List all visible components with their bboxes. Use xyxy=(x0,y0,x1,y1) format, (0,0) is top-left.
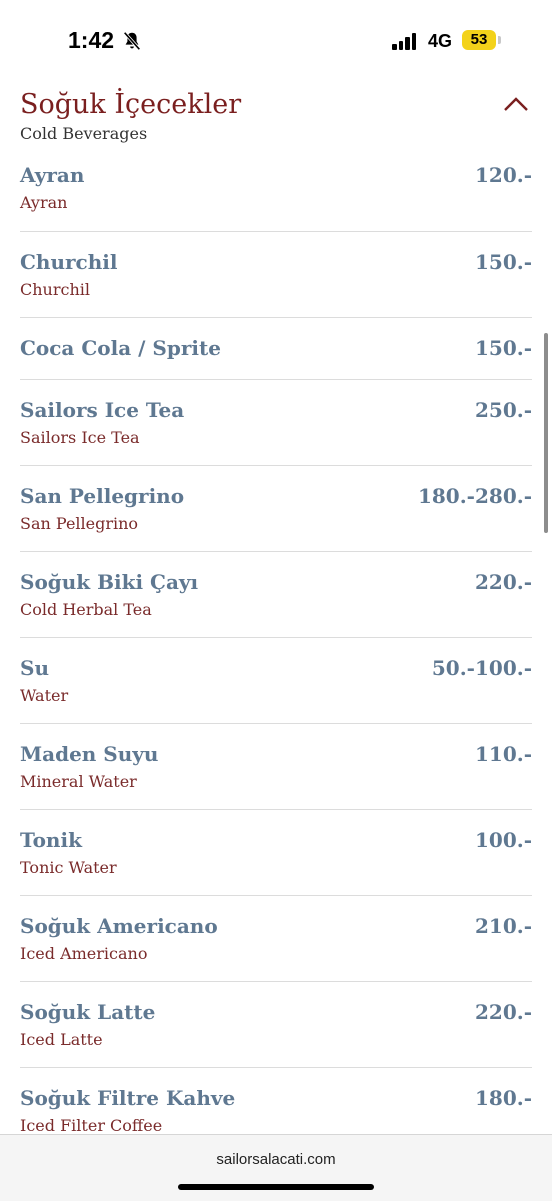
item-price: 180.- xyxy=(474,1086,532,1110)
browser-bottom-bar: sailorsalacati.com xyxy=(0,1134,552,1201)
item-description: Churchil xyxy=(20,280,90,299)
item-name: Tonik xyxy=(20,828,82,852)
item-name: Coca Cola / Sprite xyxy=(20,336,221,360)
item-description: Iced Americano xyxy=(20,944,148,963)
battery-level: 53 xyxy=(470,31,488,48)
menu-item[interactable]: Soğuk Latte 220.- Iced Latte xyxy=(20,982,532,1068)
home-indicator[interactable] xyxy=(178,1184,374,1190)
menu-item[interactable]: Maden Suyu 110.- Mineral Water xyxy=(20,724,532,810)
item-description: Ayran xyxy=(20,193,68,212)
menu-item[interactable]: Ayran 120.- Ayran xyxy=(20,160,532,232)
item-name: Maden Suyu xyxy=(20,742,159,766)
item-price: 110.- xyxy=(474,742,532,766)
menu-item[interactable]: Coca Cola / Sprite 150.- xyxy=(20,318,532,380)
battery-icon: 53 xyxy=(462,30,496,50)
section-header[interactable]: Soğuk İçecekler Cold Beverages xyxy=(20,88,532,143)
item-description: Iced Latte xyxy=(20,1030,103,1049)
menu-item[interactable]: Churchil 150.- Churchil xyxy=(20,232,532,318)
scrollbar[interactable] xyxy=(544,333,548,533)
battery-cap xyxy=(498,36,501,44)
bell-slash-icon xyxy=(123,31,141,51)
menu-item[interactable]: Soğuk Biki Çayı 220.- Cold Herbal Tea xyxy=(20,552,532,638)
address-bar[interactable]: sailorsalacati.com xyxy=(0,1151,552,1168)
status-time: 1:42 xyxy=(68,27,115,53)
menu-list: Ayran 120.- Ayran Churchil 150.- Churchi… xyxy=(20,160,532,1148)
item-price: 120.- xyxy=(474,163,532,187)
menu-item[interactable]: Soğuk Americano 210.- Iced Americano xyxy=(20,896,532,982)
item-description: Iced Filter Coffee xyxy=(20,1116,163,1135)
item-price: 150.- xyxy=(474,336,532,360)
item-description: Mineral Water xyxy=(20,772,137,791)
menu-item[interactable]: San Pellegrino 180.-280.- San Pellegrino xyxy=(20,466,532,552)
menu-item[interactable]: Su 50.-100.- Water xyxy=(20,638,532,724)
item-price: 100.- xyxy=(474,828,532,852)
item-price: 250.- xyxy=(474,398,532,422)
network-type: 4G xyxy=(428,31,453,51)
item-name: Ayran xyxy=(20,163,85,187)
item-name: Soğuk Filtre Kahve xyxy=(20,1086,236,1110)
item-description: San Pellegrino xyxy=(20,514,139,533)
chevron-up-icon[interactable] xyxy=(503,96,529,112)
item-name: Soğuk Latte xyxy=(20,1000,156,1024)
item-description: Water xyxy=(20,686,69,705)
item-price: 210.- xyxy=(474,914,532,938)
menu-item[interactable]: Tonik 100.- Tonic Water xyxy=(20,810,532,896)
item-description: Sailors Ice Tea xyxy=(20,428,140,447)
item-price: 180.-280.- xyxy=(417,484,532,508)
section-title: Soğuk İçecekler xyxy=(20,89,242,120)
status-bar: 1:42 4G 53 xyxy=(0,0,552,80)
item-description: Tonic Water xyxy=(20,858,117,877)
item-name: San Pellegrino xyxy=(20,484,185,508)
item-name: Sailors Ice Tea xyxy=(20,398,185,422)
item-price: 150.- xyxy=(474,250,532,274)
section-subtitle: Cold Beverages xyxy=(20,124,148,143)
item-name: Soğuk Biki Çayı xyxy=(20,570,199,594)
item-price: 220.- xyxy=(474,570,532,594)
menu-item[interactable]: Sailors Ice Tea 250.- Sailors Ice Tea xyxy=(20,380,532,466)
item-name: Su xyxy=(20,656,49,680)
item-name: Churchil xyxy=(20,250,118,274)
item-name: Soğuk Americano xyxy=(20,914,218,938)
item-description: Cold Herbal Tea xyxy=(20,600,152,619)
item-price: 50.-100.- xyxy=(431,656,532,680)
cellular-signal-icon xyxy=(392,32,418,50)
item-price: 220.- xyxy=(474,1000,532,1024)
